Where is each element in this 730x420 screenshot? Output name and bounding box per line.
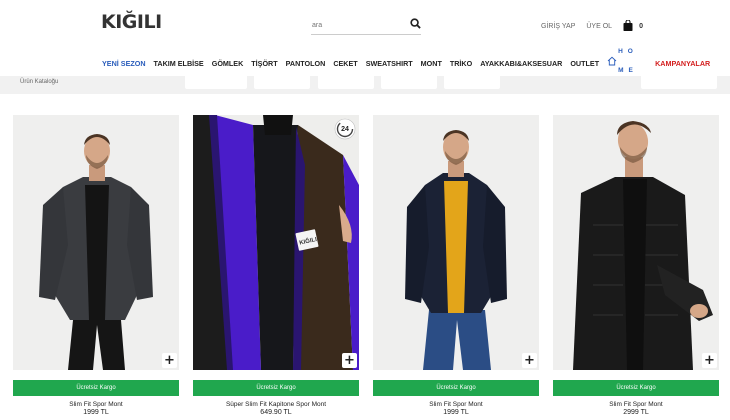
account-links: GİRİŞ YAP ÜYE OL 0 <box>541 19 643 33</box>
nav-item-shoes-accessories[interactable]: AYAKKABI&AKSESUAR <box>480 59 562 68</box>
cart-button[interactable]: 0 <box>623 19 643 33</box>
filter-dropdown[interactable] <box>318 76 374 89</box>
free-shipping-badge: Ücretsiz Kargo <box>13 380 179 396</box>
nav-item-trousers[interactable]: PANTOLON <box>286 59 326 68</box>
product-image[interactable]: + <box>373 115 539 370</box>
cart-count: 0 <box>639 23 643 30</box>
jacket-lining-illustration: KIĞILI <box>193 115 359 370</box>
filter-dropdown[interactable] <box>444 76 500 89</box>
filter-dropdown[interactable] <box>254 76 310 89</box>
home-icon <box>607 56 617 68</box>
product-price: 1999 TL <box>83 409 109 416</box>
brand-logo[interactable]: KIĞILI <box>101 11 162 33</box>
nav-item-campaigns[interactable]: KAMPANYALAR <box>655 59 710 68</box>
signup-link[interactable]: ÜYE OL <box>586 23 612 30</box>
product-card[interactable]: KIĞILI 24 + Ücretsiz Kargo Süper Slim Fi… <box>193 115 359 416</box>
nav-item-shirts[interactable]: GÖMLEK <box>212 59 244 68</box>
nav-item-coats[interactable]: MONT <box>421 59 442 68</box>
nav-item-sweatshirts[interactable]: SWEATSHIRT <box>366 59 413 68</box>
nav-item-home[interactable]: HOME <box>607 48 649 74</box>
product-name[interactable]: Süper Slim Fit Kapitone Spor Mont <box>193 401 359 408</box>
shopping-bag-icon <box>623 19 633 33</box>
product-price: 2999 TL <box>623 409 649 416</box>
product-image[interactable]: + <box>13 115 179 370</box>
filter-dropdown[interactable] <box>185 76 247 89</box>
home-label: HOME <box>618 48 638 74</box>
free-shipping-badge: Ücretsiz Kargo <box>193 380 359 396</box>
add-to-cart-button[interactable]: + <box>342 353 357 368</box>
nav-item-tshirts[interactable]: TİŞÖRT <box>251 59 277 68</box>
free-shipping-badge: Ücretsiz Kargo <box>553 380 719 396</box>
login-link[interactable]: GİRİŞ YAP <box>541 23 575 30</box>
main-nav: YENİ SEZON TAKIM ELBİSE GÖMLEK TİŞÖRT PA… <box>102 48 718 74</box>
site-header: KIĞILI GİRİŞ YAP ÜYE OL 0 YENİ SEZON TAK… <box>0 0 730 76</box>
model-illustration <box>373 115 539 370</box>
svg-text:24: 24 <box>341 126 349 133</box>
filter-dropdown[interactable] <box>381 76 437 89</box>
product-card[interactable]: + Ücretsiz Kargo Slim Fit Spor Mont 2999… <box>553 115 719 416</box>
sort-dropdown[interactable] <box>641 76 717 89</box>
nav-item-jackets[interactable]: CEKET <box>333 59 357 68</box>
product-image[interactable]: KIĞILI 24 + <box>193 115 359 370</box>
add-to-cart-button[interactable]: + <box>702 353 717 368</box>
warranty-24-badge: 24 <box>334 118 356 140</box>
nav-item-suits[interactable]: TAKIM ELBİSE <box>154 59 204 68</box>
search-input[interactable] <box>311 17 421 35</box>
search-box <box>311 14 422 35</box>
product-image[interactable]: + <box>553 115 719 370</box>
nav-item-new-season[interactable]: YENİ SEZON <box>102 59 146 68</box>
product-name[interactable]: Slim Fit Spor Mont <box>553 401 719 408</box>
filter-label: Ürün Kataloğu <box>20 79 59 85</box>
product-price: 649.90 TL <box>260 409 292 416</box>
product-card[interactable]: + Ücretsiz Kargo Slim Fit Spor Mont 1999… <box>373 115 539 416</box>
add-to-cart-button[interactable]: + <box>522 353 537 368</box>
product-price: 1999 TL <box>443 409 469 416</box>
product-name[interactable]: Slim Fit Spor Mont <box>13 401 179 408</box>
search-icon[interactable] <box>410 16 422 29</box>
model-illustration <box>13 115 179 370</box>
model-illustration <box>553 115 719 370</box>
nav-item-knitwear[interactable]: TRİKO <box>450 59 472 68</box>
product-name[interactable]: Slim Fit Spor Mont <box>373 401 539 408</box>
product-card[interactable]: + Ücretsiz Kargo Slim Fit Spor Mont 1999… <box>13 115 179 416</box>
nav-item-outlet[interactable]: OUTLET <box>570 59 599 68</box>
add-to-cart-button[interactable]: + <box>162 353 177 368</box>
free-shipping-badge: Ücretsiz Kargo <box>373 380 539 396</box>
